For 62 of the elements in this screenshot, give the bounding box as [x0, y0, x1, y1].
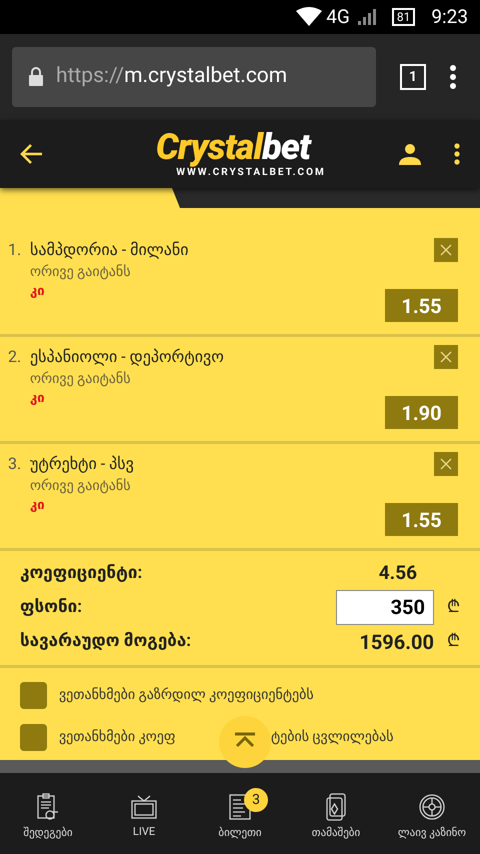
- wifi-icon: [296, 7, 322, 27]
- odds-value: 1.55: [385, 503, 458, 536]
- address-bar[interactable]: https://m.crystalbet.com: [12, 47, 376, 107]
- checkbox[interactable]: [20, 724, 47, 751]
- bet-number: 2.: [8, 346, 22, 368]
- match-name: ესპანიოლი - დეპორტივო: [30, 346, 225, 368]
- bet-pick: კი: [30, 390, 45, 408]
- nav-item[interactable]: LIVE: [96, 773, 192, 854]
- market-name: ორივე გაიტანს: [30, 370, 132, 389]
- close-icon: [440, 351, 452, 363]
- bet-pick: კი: [30, 283, 45, 301]
- remove-button[interactable]: [434, 345, 458, 369]
- document-icon: [228, 793, 252, 822]
- close-icon: [440, 244, 452, 256]
- match-name: უტრეხტი - პსვ: [30, 453, 135, 475]
- nav-item[interactable]: ლაივ კაზინო: [384, 773, 480, 854]
- clock: 9:23: [431, 4, 468, 30]
- odds-value: 1.90: [385, 396, 458, 429]
- remove-button[interactable]: [434, 452, 458, 476]
- odds-label: კოეფიციენტი:: [20, 562, 144, 584]
- currency-symbol: ₾: [446, 630, 460, 654]
- bet-number: 1.: [8, 239, 22, 261]
- checkbox[interactable]: [20, 682, 47, 709]
- clipboard-icon: [35, 793, 61, 822]
- chevron-up-icon: [233, 732, 257, 748]
- logo: Crystalbet: [156, 128, 310, 164]
- potential-win: 1596.00: [359, 629, 434, 656]
- battery-indicator: 81: [392, 8, 416, 26]
- remove-button[interactable]: [434, 238, 458, 262]
- currency-symbol: ₾: [446, 596, 460, 618]
- bet-number: 3.: [8, 453, 22, 475]
- agreement-label: ტების ცვლილებას: [271, 728, 394, 747]
- total-odds: 4.56: [378, 560, 417, 586]
- lock-icon: [28, 67, 44, 87]
- stake-label: ფსონი:: [20, 596, 84, 618]
- nav-item[interactable]: თამაშები: [288, 773, 384, 854]
- network-type: 4G: [326, 4, 350, 30]
- nav-item[interactable]: ბილეთი 3: [192, 773, 288, 854]
- match-name: სამპდორია - მილანი: [30, 239, 190, 261]
- more-icon[interactable]: [454, 143, 460, 165]
- count-badge: 3: [244, 788, 268, 812]
- signal-icon: [358, 9, 376, 25]
- user-icon[interactable]: [398, 142, 422, 166]
- url-text: https://m.crystalbet.com: [56, 63, 288, 90]
- back-arrow-icon[interactable]: [20, 143, 44, 165]
- stake-field[interactable]: 350: [336, 590, 434, 625]
- odds-value: 1.55: [385, 289, 458, 322]
- playing-cards-icon: [325, 793, 347, 822]
- scroll-top-button[interactable]: [219, 716, 271, 768]
- logo-tagline: WWW.CRYSTALBET.COM: [176, 166, 326, 180]
- agreement-label: ვეთანხმები კოეფ: [59, 728, 176, 747]
- market-name: ორივე გაიტანს: [30, 263, 132, 282]
- close-icon: [440, 458, 452, 470]
- tab-count-button[interactable]: 1: [400, 64, 426, 90]
- tv-icon: [130, 794, 158, 820]
- more-icon[interactable]: [450, 65, 456, 89]
- bet-pick: კი: [30, 497, 45, 515]
- win-label: სავარაუდო მოგება:: [20, 630, 192, 654]
- roulette-icon: [418, 793, 446, 822]
- market-name: ორივე გაიტანს: [30, 477, 132, 496]
- agreement-label: ვეთანხმები გაზრდილ კოეფიციენტებს: [59, 686, 314, 705]
- nav-item[interactable]: შედეგები: [0, 773, 96, 854]
